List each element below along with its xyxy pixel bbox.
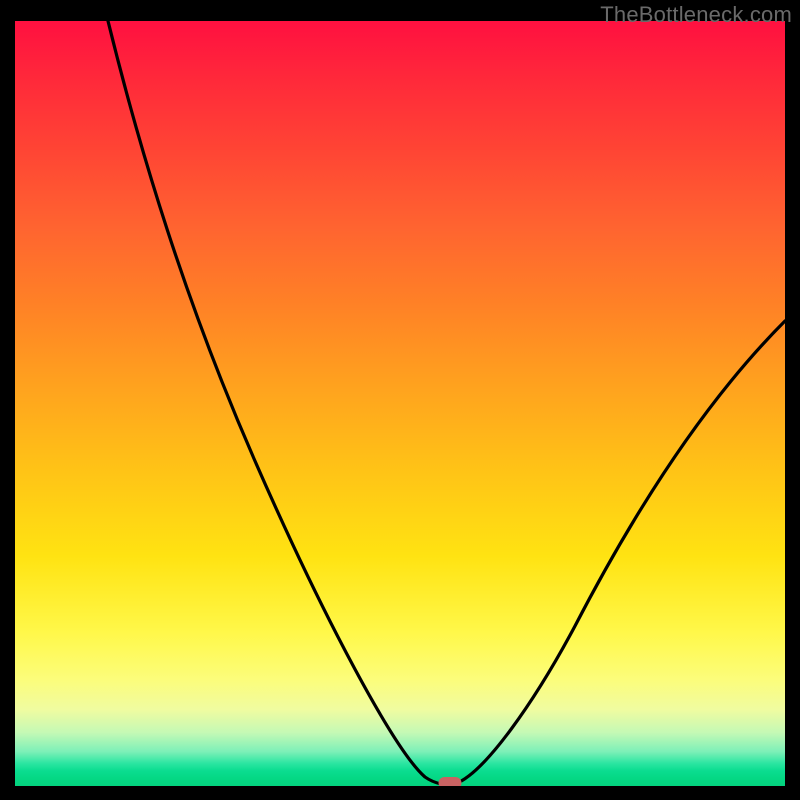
bottleneck-curve [15, 21, 785, 786]
curve-path [108, 21, 785, 785]
watermark-text: TheBottleneck.com [600, 2, 792, 28]
optimum-marker [439, 777, 462, 786]
chart-frame: TheBottleneck.com [0, 0, 800, 800]
plot-area [15, 21, 785, 786]
